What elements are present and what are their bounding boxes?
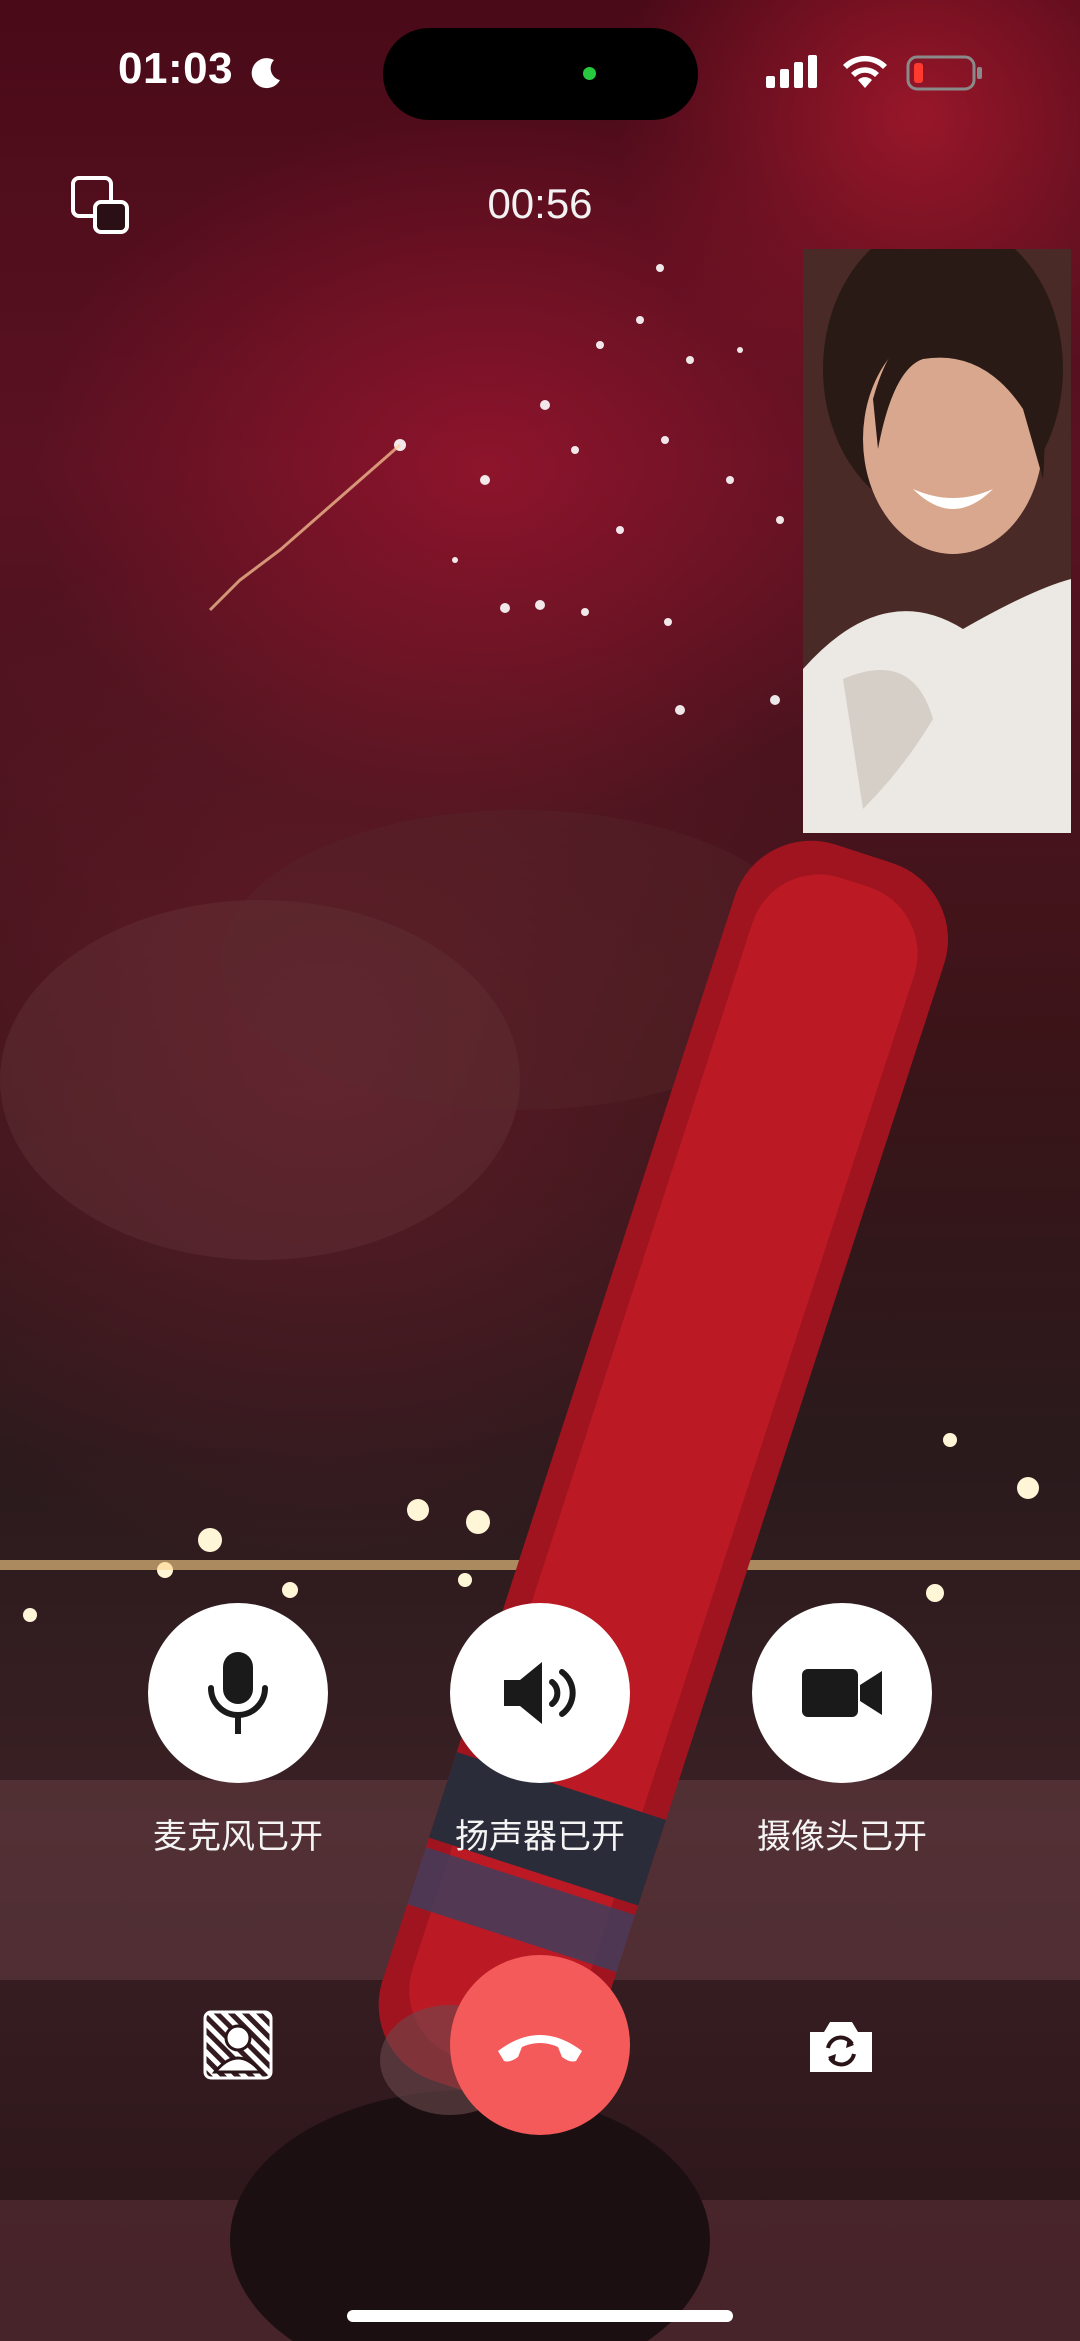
camera-label: 摄像头已开 <box>757 1818 927 1856</box>
dynamic-island <box>383 28 698 120</box>
microphone-control[interactable]: 麦克风已开 <box>148 1603 328 1858</box>
camera-button[interactable] <box>752 1603 932 1783</box>
hang-up-button[interactable] <box>450 1955 630 2135</box>
self-view-video[interactable] <box>803 249 1071 833</box>
home-indicator[interactable] <box>347 2310 733 2322</box>
microphone-label: 麦克风已开 <box>153 1818 323 1856</box>
microphone-button[interactable] <box>148 1603 328 1783</box>
cellular-signal-icon <box>766 55 817 88</box>
speaker-icon <box>504 1662 576 1724</box>
hang-up-phone-icon <box>498 2035 582 2062</box>
status-time: 01:03 <box>118 44 234 93</box>
self-view-image <box>803 249 1071 833</box>
speaker-label: 扬声器已开 <box>455 1818 625 1856</box>
background-blur-icon[interactable] <box>203 2010 273 2080</box>
switch-window-icon[interactable] <box>70 175 132 237</box>
moon-icon <box>251 58 280 89</box>
video-camera-icon <box>802 1669 882 1717</box>
flip-camera-icon[interactable] <box>806 2018 876 2074</box>
camera-in-use-indicator <box>583 67 596 80</box>
microphone-icon <box>208 1652 268 1734</box>
wifi-icon <box>843 55 887 88</box>
speaker-button[interactable] <box>450 1603 630 1783</box>
speaker-control[interactable]: 扬声器已开 <box>450 1603 630 1858</box>
call-duration: 00:56 <box>487 180 593 227</box>
camera-control[interactable]: 摄像头已开 <box>752 1603 932 1858</box>
battery-low-icon <box>906 55 982 91</box>
